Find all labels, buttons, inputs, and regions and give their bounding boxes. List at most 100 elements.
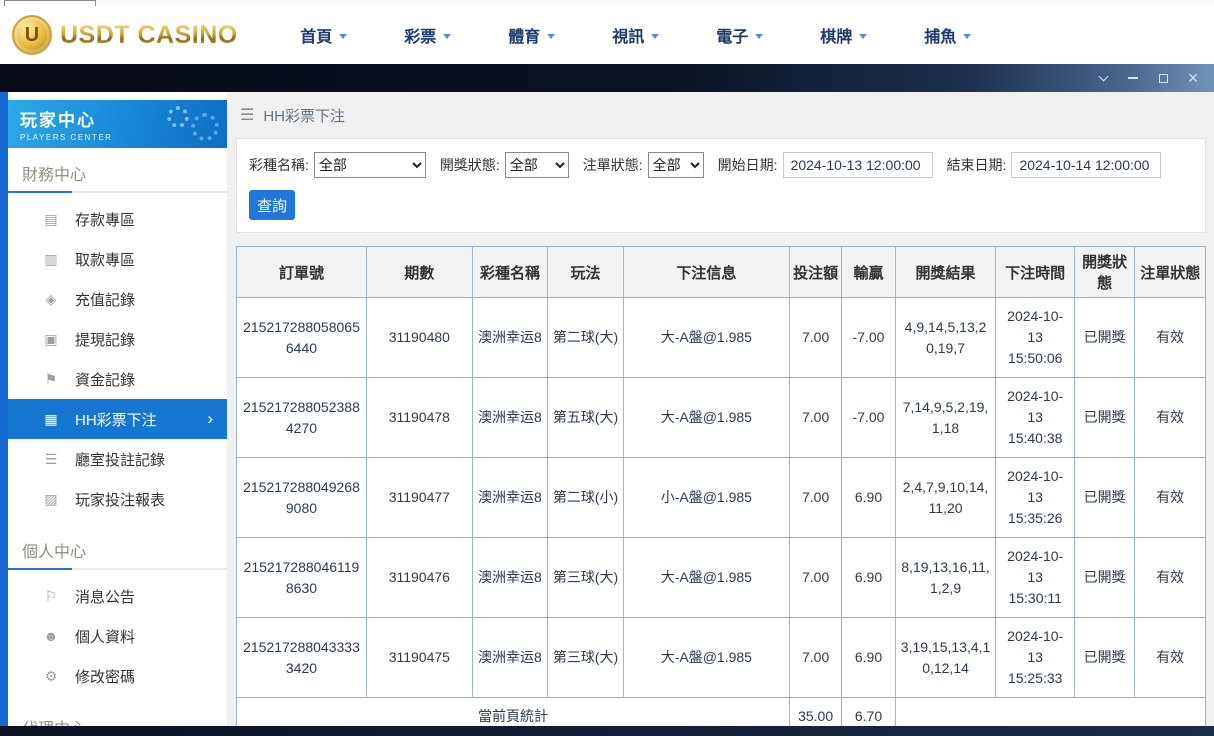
cell-lottery-name: 澳洲幸运8: [472, 378, 548, 458]
cell-period: 31190480: [366, 298, 472, 378]
section-finance-center-label: 財務中心: [8, 148, 227, 191]
cell-order-no: 2152172880580656440: [237, 298, 367, 378]
sidebar-item-profile[interactable]: ☻個人資料: [8, 616, 227, 656]
sidebar-item-label: 廳室投註記錄: [75, 449, 165, 470]
cell-order-status: 有效: [1135, 378, 1206, 458]
cell-win-loss: 6.90: [842, 618, 895, 698]
sidebar-item-change-password[interactable]: ⚙修改密碼: [8, 656, 227, 696]
column-header-draw-status: 開獎狀態: [1074, 247, 1134, 298]
sidebar-item-hh-lottery-bets[interactable]: ▦HH彩票下注›: [8, 399, 227, 439]
nav-item-fishing[interactable]: 捕魚: [896, 23, 1000, 47]
brand-logo[interactable]: U USDT CASINO: [12, 15, 238, 55]
coin-letter: U: [25, 24, 39, 47]
window-maximize-button[interactable]: [1148, 64, 1178, 92]
nav-label: 視訊: [612, 23, 644, 47]
cell-bet-amount: 7.00: [789, 618, 841, 698]
section-underline: [8, 568, 227, 570]
chevron-down-icon: [755, 34, 763, 39]
section-personal-center-label: 個人中心: [8, 525, 227, 568]
table-header-row: 訂單號 期數 彩種名稱 玩法 下注信息 投注額 輸贏 開獎結果 下注時間 開獎狀…: [237, 247, 1206, 298]
poker-chip-icon: [167, 106, 189, 128]
section-agent-center-label: 代理中心: [8, 702, 227, 726]
bets-table-panel: 訂單號 期數 彩種名稱 玩法 下注信息 投注額 輸贏 開獎結果 下注時間 開獎狀…: [236, 246, 1206, 726]
cell-bet-time: 2024-10-13 15:40:38: [996, 378, 1075, 458]
sidebar-item-withdraw[interactable]: ▥取款專區: [8, 239, 227, 279]
cell-bet-time: 2024-10-13 15:30:11: [996, 538, 1075, 618]
start-date-input[interactable]: [783, 152, 933, 178]
nav-label: 體育: [508, 23, 540, 47]
profile-icon: ☻: [42, 628, 60, 644]
chevron-down-icon: [443, 34, 451, 39]
brand-coin-icon: U: [12, 15, 52, 55]
sidebar-item-label: 取款專區: [75, 249, 135, 270]
cell-order-status: 有效: [1135, 298, 1206, 378]
column-header-lottery-name: 彩種名稱: [472, 247, 548, 298]
section-agent: 代理中心: [8, 702, 227, 726]
cell-bet-info: 大-A盤@1.985: [623, 618, 789, 698]
nav-item-lottery[interactable]: 彩票: [376, 23, 480, 47]
window-chevron-button[interactable]: [1088, 64, 1118, 92]
nav-item-chess[interactable]: 棋牌: [792, 23, 896, 47]
cell-win-loss: -7.00: [842, 298, 895, 378]
page-summary-empty: [895, 698, 1205, 727]
hamburger-icon[interactable]: ☰: [240, 105, 254, 125]
section-finance: 財務中心 ▤存款專區 ▥取款專區 ◈充值記錄 ▣提現記錄 ⚑資金記錄 ▦HH彩票…: [8, 148, 227, 525]
order-status-select[interactable]: 全部: [648, 152, 704, 178]
bet-report-icon: ▨: [42, 491, 60, 508]
nav-item-sports[interactable]: 體育: [480, 23, 584, 47]
query-button[interactable]: 查詢: [249, 190, 295, 220]
section-underline: [8, 191, 227, 193]
cell-bet-info: 大-A盤@1.985: [623, 378, 789, 458]
sidebar-item-hall-bet-records[interactable]: ☰廳室投註記錄: [8, 439, 227, 479]
nav-item-live-video[interactable]: 視訊: [584, 23, 688, 47]
cell-order-status: 有效: [1135, 618, 1206, 698]
sidebar-item-funds-record[interactable]: ⚑資金記錄: [8, 359, 227, 399]
minimize-icon: [1128, 77, 1138, 79]
lottery-type-label: 彩種名稱:: [249, 155, 309, 175]
deposit-icon: ▤: [42, 211, 60, 228]
table-row: 2152172880580656440 31190480 澳洲幸运8 第二球(大…: [237, 298, 1206, 378]
table-row: 2152172880461198630 31190476 澳洲幸运8 第三球(大…: [237, 538, 1206, 618]
chevron-down-icon: [859, 34, 867, 39]
order-status-label: 注單狀態:: [583, 155, 643, 175]
table-row: 2152172880523884270 31190478 澳洲幸运8 第五球(大…: [237, 378, 1206, 458]
chevron-down-icon: [651, 34, 659, 39]
cell-bet-amount: 7.00: [789, 458, 841, 538]
draw-status-select[interactable]: 全部: [505, 152, 569, 178]
sidebar-item-withdrawal-record[interactable]: ▣提現記錄: [8, 319, 227, 359]
nav-item-home[interactable]: 首頁: [272, 23, 376, 47]
nav-label: 捕魚: [924, 23, 956, 47]
page-title: HH彩票下注: [263, 105, 345, 126]
cell-play-type: 第二球(小): [548, 458, 624, 538]
sidebar-item-announcements[interactable]: ⚐消息公告: [8, 576, 227, 616]
nav-label: 首頁: [300, 23, 332, 47]
window-left-edge: [0, 92, 8, 726]
nav-item-electronic[interactable]: 電子: [688, 23, 792, 47]
filter-panel: 彩種名稱: 全部 開獎狀態: 全部 注單狀態: 全部 開始日期: 結束日期: 查…: [236, 138, 1206, 233]
cell-draw-result: 8,19,13,16,11,1,2,9: [895, 538, 996, 618]
personal-menu-list: ⚐消息公告 ☻個人資料 ⚙修改密碼: [8, 570, 227, 702]
cell-lottery-name: 澳洲幸运8: [472, 538, 548, 618]
window-bottom-edge: [0, 726, 1214, 736]
cell-period: 31190478: [366, 378, 472, 458]
sidebar-item-bet-report[interactable]: ▨ 玩家投注報表: [8, 479, 227, 519]
window-minimize-button[interactable]: [1118, 64, 1148, 92]
cell-draw-status: 已開獎: [1074, 298, 1134, 378]
cell-order-no: 2152172880433333420: [237, 618, 367, 698]
sidebar: 玩家中心 PLAYERS CENTER 財務中心 ▤存款專區 ▥取款專區 ◈充值…: [8, 92, 227, 726]
sidebar-item-recharge-record[interactable]: ◈充值記錄: [8, 279, 227, 319]
sidebar-item-deposit[interactable]: ▤存款專區: [8, 199, 227, 239]
window-close-button[interactable]: ×: [1178, 64, 1208, 92]
cell-bet-amount: 7.00: [789, 538, 841, 618]
lottery-type-select[interactable]: 全部: [314, 152, 426, 178]
cell-order-status: 有效: [1135, 458, 1206, 538]
app-body: 玩家中心 PLAYERS CENTER 財務中心 ▤存款專區 ▥取款專區 ◈充值…: [8, 92, 1214, 726]
chevron-right-icon: ›: [207, 409, 213, 429]
end-date-input[interactable]: [1011, 152, 1161, 178]
bets-table: 訂單號 期數 彩種名稱 玩法 下注信息 投注額 輸贏 開獎結果 下注時間 開獎狀…: [236, 246, 1206, 726]
column-header-bet-info: 下注信息: [623, 247, 789, 298]
sidebar-item-label: 玩家投注報表: [75, 489, 165, 510]
main-menu: 首頁 彩票 體育 視訊 電子 棋牌 捕魚: [272, 23, 1000, 47]
page-summary-win-total: 6.70: [842, 698, 895, 727]
announcement-icon: ⚐: [42, 588, 60, 605]
